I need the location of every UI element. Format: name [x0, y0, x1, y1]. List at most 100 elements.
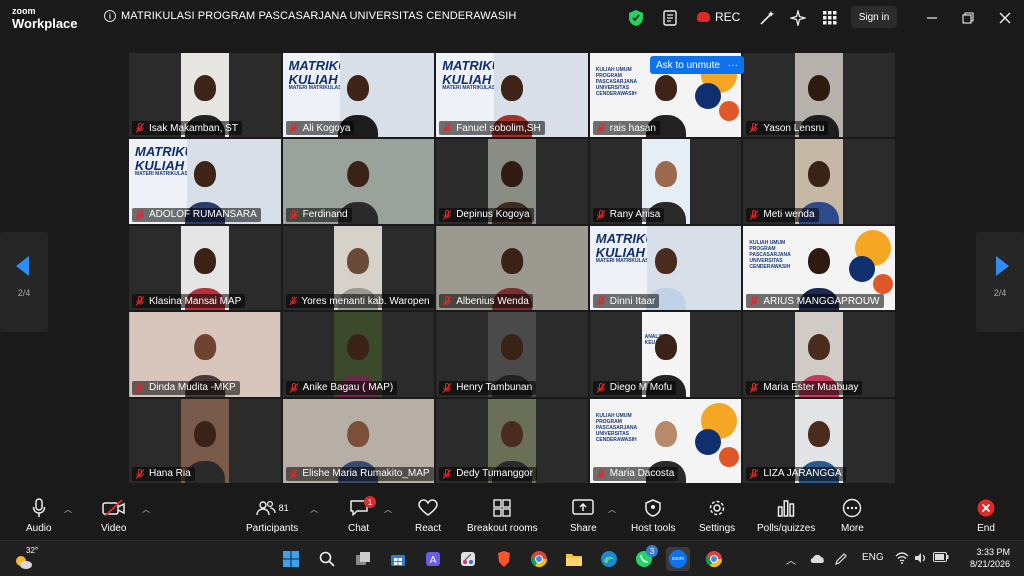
video-options-chevron-icon[interactable]: ︿: [142, 504, 150, 515]
audio-options-chevron-icon[interactable]: ︿: [64, 504, 72, 515]
participant-tile[interactable]: MATRIKULASI KULIAH MATERI MATRIKULASI AD…: [128, 138, 282, 225]
next-page-button[interactable]: 2/4: [976, 232, 1024, 332]
participant-tile[interactable]: Isak Makamban, ST: [128, 52, 282, 139]
participant-tile[interactable]: MATRIKULASI KULIAH MATERI MATRIKULASI Fa…: [435, 52, 589, 139]
sign-in-button[interactable]: Sign in: [851, 6, 897, 28]
share-options-chevron-icon[interactable]: ︿: [608, 504, 616, 515]
participant-tile[interactable]: Rany Anisa: [588, 138, 743, 225]
mic-muted-icon: [135, 468, 145, 479]
participants-button[interactable]: 81 Participants: [246, 496, 298, 534]
participant-tile[interactable]: Maria Ester Muabuay: [742, 311, 896, 398]
store-icon[interactable]: [386, 547, 410, 571]
participant-tile[interactable]: Elishe Maria Rumakito_MAP: [281, 397, 436, 484]
participant-tile[interactable]: Klasina Mansai MAP: [128, 224, 282, 312]
more-dots-icon: [842, 496, 862, 520]
shield-icon[interactable]: [626, 8, 646, 28]
host-tools-label: Host tools: [631, 523, 676, 534]
chat-options-chevron-icon[interactable]: ︿: [384, 504, 392, 515]
language-indicator[interactable]: ENG: [862, 552, 884, 563]
participant-tile[interactable]: KULIAH UMUM PROGRAM PASCASARJANA UNIVERS…: [742, 224, 896, 312]
participant-tile[interactable]: Dinda Mudita -MKP: [128, 311, 282, 398]
restore-icon[interactable]: [958, 8, 978, 28]
more-button[interactable]: More: [841, 496, 864, 534]
participant-tile[interactable]: Yores menanti kab. Waropen: [281, 224, 436, 312]
participant-tile[interactable]: Henry Tambunan: [435, 311, 589, 398]
file-explorer-icon[interactable]: [562, 547, 586, 571]
participant-tile[interactable]: Dedy Tumanggor: [435, 397, 589, 484]
mic-muted-icon: [596, 296, 606, 307]
app-icon-a[interactable]: A: [421, 547, 445, 571]
brave-browser-icon[interactable]: [492, 547, 516, 571]
settings-button[interactable]: Settings: [699, 496, 735, 534]
participant-tile[interactable]: MATRIKULASI KULIAH MATERI MATRIKULASI Di…: [588, 224, 743, 312]
participant-head: [654, 161, 677, 188]
polls-button[interactable]: Polls/quizzes: [757, 496, 815, 534]
polls-label: Polls/quizzes: [757, 523, 816, 534]
participant-tile[interactable]: Meti wenda: [742, 138, 896, 225]
system-clock[interactable]: 3:33 PM 8/21/2026: [956, 546, 1010, 570]
participant-tile[interactable]: Yason Lensru: [742, 52, 896, 139]
recording-indicator[interactable]: REC: [697, 10, 740, 24]
rec-label: REC: [715, 10, 741, 24]
chrome-profile-icon[interactable]: [702, 547, 726, 571]
share-button[interactable]: Share: [570, 496, 597, 534]
participant-head: [808, 420, 831, 447]
participant-head: [808, 247, 831, 274]
battery-icon[interactable]: [933, 552, 949, 565]
speaker-icon[interactable]: [914, 552, 928, 567]
breakout-rooms-button[interactable]: Breakout rooms: [467, 496, 538, 534]
participant-tile[interactable]: Anike Bagau ( MAP): [281, 311, 436, 398]
pen-icon[interactable]: [834, 552, 848, 569]
minimize-icon[interactable]: [922, 8, 942, 28]
participant-name: Fanuel sobolim,SH: [456, 122, 541, 134]
apps-grid-icon[interactable]: [820, 8, 840, 28]
participant-head: [808, 334, 831, 361]
participant-name: Diego M Mofu: [609, 382, 673, 394]
video-button[interactable]: Video: [101, 496, 126, 534]
participants-options-chevron-icon[interactable]: ︿: [310, 504, 318, 515]
participant-tile[interactable]: KULIAH UMUM PROGRAM PASCASARJANA UNIVERS…: [588, 397, 743, 484]
participant-tile[interactable]: Depinus Kogoya: [435, 138, 589, 225]
participant-tile[interactable]: Albenius Wenda: [435, 224, 589, 312]
info-icon[interactable]: i: [104, 10, 116, 22]
more-options-icon[interactable]: ···: [728, 60, 738, 71]
audio-button[interactable]: Audio: [26, 496, 52, 534]
breakout-rooms-label: Breakout rooms: [467, 523, 538, 534]
svg-text:A: A: [430, 555, 437, 566]
participant-tile[interactable]: Hana Ria: [128, 397, 282, 484]
participant-tile[interactable]: Ferdinand: [281, 138, 436, 225]
react-button[interactable]: React: [415, 496, 441, 534]
participant-name-tag: Albenius Wenda: [439, 294, 533, 309]
zoom-taskbar-icon[interactable]: zoom: [666, 547, 690, 571]
task-view-icon[interactable]: [351, 547, 375, 571]
chrome-icon[interactable]: [527, 547, 551, 571]
mic-muted-icon: [749, 468, 759, 479]
wifi-icon[interactable]: [895, 552, 909, 567]
meeting-title[interactable]: i MATRIKULASI PROGRAM PASCASARJANA UNIVE…: [104, 10, 516, 22]
host-tools-button[interactable]: Host tools: [631, 496, 675, 534]
participant-tile[interactable]: LIZA JARANGGA: [742, 397, 896, 484]
search-icon[interactable]: [315, 547, 339, 571]
edge-icon[interactable]: [597, 547, 621, 571]
onedrive-icon[interactable]: [810, 552, 826, 567]
participants-label: Participants: [246, 523, 299, 534]
participant-head: [654, 420, 677, 447]
participant-head: [808, 161, 831, 188]
whatsapp-badge: 3: [646, 545, 658, 557]
windows-start-icon[interactable]: [279, 547, 303, 571]
participant-name: Maria Dacosta: [609, 468, 675, 480]
participant-tile[interactable]: ANALISIS KEUANGAN Diego M Mofu: [588, 311, 743, 398]
previous-page-button[interactable]: 2/4: [0, 232, 48, 332]
tray-overflow-chevron-icon[interactable]: ︿: [786, 552, 796, 567]
end-meeting-button[interactable]: End: [976, 496, 996, 534]
close-icon[interactable]: [995, 8, 1015, 28]
ai-companion-icon[interactable]: [788, 8, 808, 28]
snipping-tool-icon[interactable]: [456, 547, 480, 571]
magic-wand-icon[interactable]: [757, 8, 777, 28]
windows-taskbar: 32° A 3 zoom ︿ ENG 3:33 PM 8/21/2026: [0, 540, 1024, 576]
participant-tile[interactable]: MATRIKULASI KULIAH MATERI MATRIKULASI Al…: [281, 52, 436, 139]
mic-muted-icon: [289, 209, 299, 220]
ask-to-unmute-button[interactable]: Ask to unmute ···: [650, 56, 744, 74]
notes-icon[interactable]: [660, 8, 680, 28]
participant-head: [193, 74, 216, 101]
